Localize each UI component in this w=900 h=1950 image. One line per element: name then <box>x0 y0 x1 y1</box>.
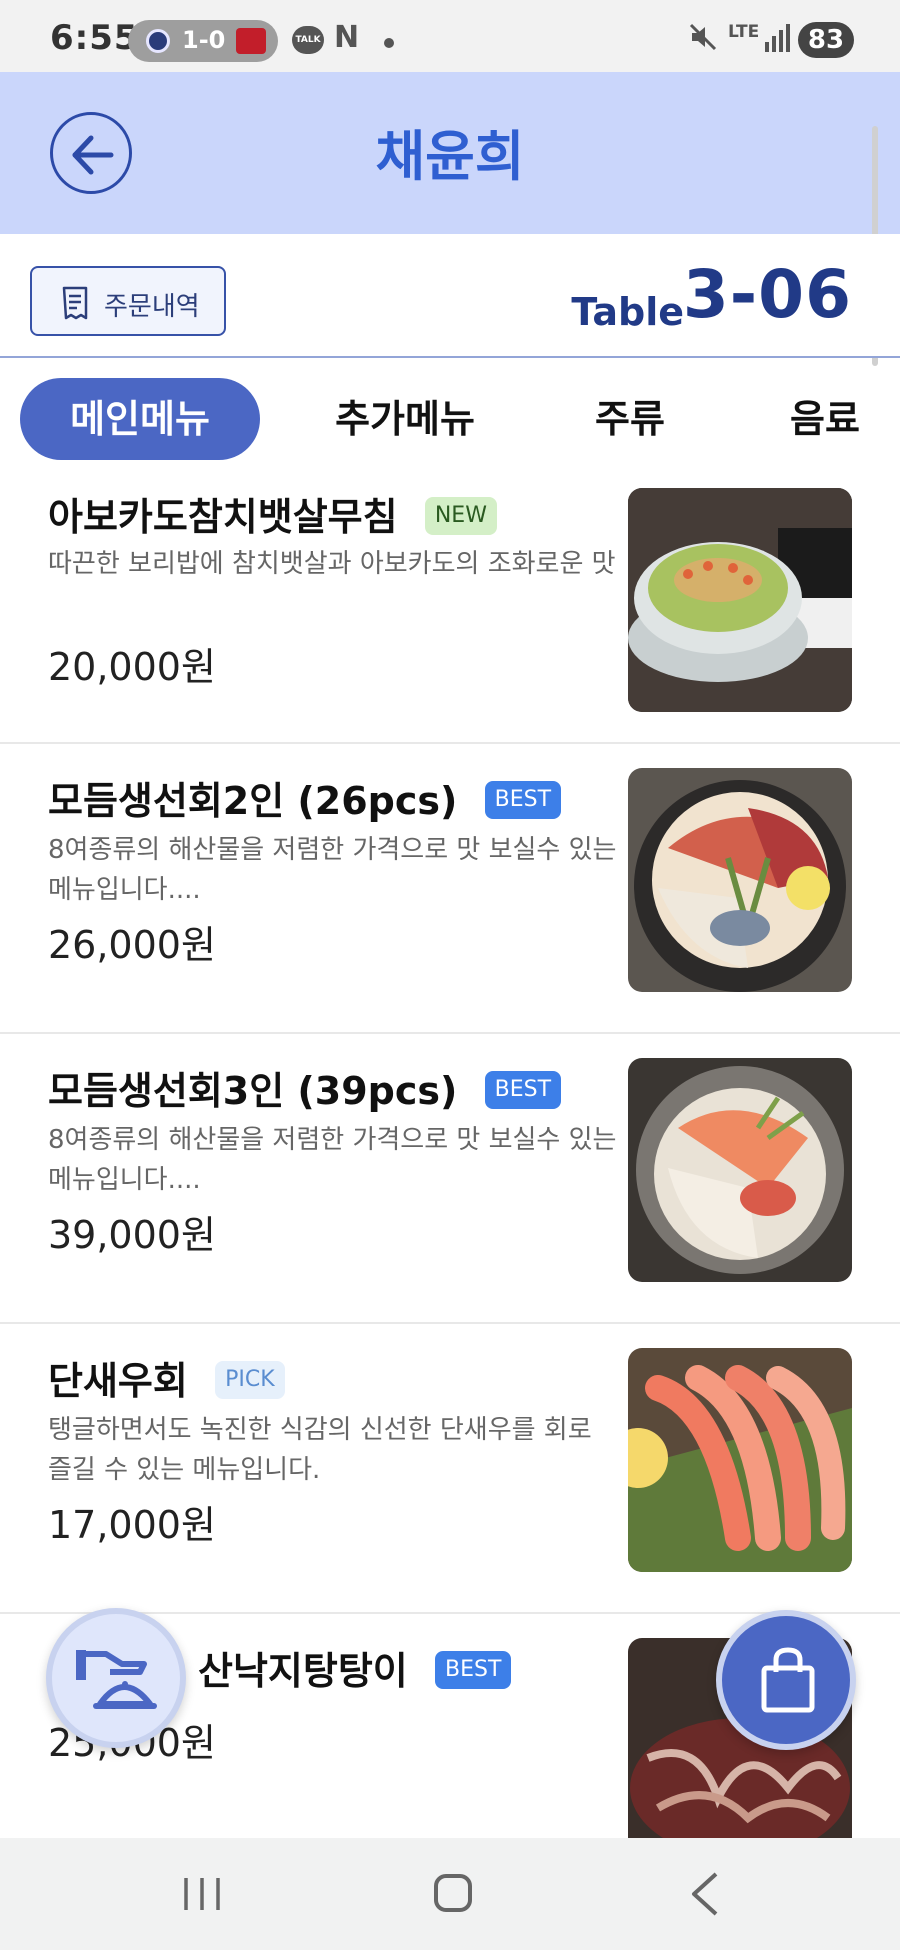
more-notifications-icon <box>384 38 394 48</box>
menu-item-badge: BEST <box>435 1650 512 1689</box>
menu-item-description: 따끈한 보리밥에 참치뱃살과 아보카도의 조화로운 맛 <box>48 549 616 579</box>
category-tabs: 메인메뉴 추가메뉴 주류 음료 <box>0 360 900 470</box>
shopping-bag-icon <box>761 1647 815 1713</box>
battery-level: 83 <box>798 22 854 58</box>
menu-item-badge: PICK <box>215 1360 285 1399</box>
menu-item-badge: BEST <box>484 780 562 819</box>
sports-score-badge: 1-0 <box>128 20 278 62</box>
receipt-icon <box>62 286 88 320</box>
call-staff-icon <box>76 1650 157 1709</box>
menu-item-name: 모듬생선회3인 (39pcs) <box>48 1069 458 1113</box>
arrow-left-icon <box>72 135 114 175</box>
menu-item-photo <box>628 768 852 992</box>
status-time: 6:55 <box>50 18 139 58</box>
menu-item-description: 8여종류의 해산물을 저렴한 가격으로 맛 보실수 있는 메뉴입니다.... <box>48 835 617 905</box>
system-back-icon[interactable] <box>690 1872 720 1916</box>
menu-item-photo <box>628 488 852 712</box>
cart-button[interactable] <box>716 1610 856 1750</box>
team-logo-icon <box>236 28 266 54</box>
menu-item-photo <box>628 1058 852 1282</box>
menu-item[interactable]: 모듬생선회2인 (26pcs) BEST 8여종류의 해산물을 저렴한 가격으로… <box>0 744 900 1034</box>
table-number: 3-06 <box>682 256 852 333</box>
team-logo-icon <box>146 29 170 53</box>
tab-drinks[interactable]: 음료 <box>775 378 875 460</box>
signal-icon <box>765 24 790 52</box>
menu-item[interactable]: 아보카도참치뱃살무침 NEW 따끈한 보리밥에 참치뱃살과 아보카도의 조화로운… <box>0 470 900 744</box>
network-type: LTE <box>728 22 760 42</box>
menu-item-badge: NEW <box>424 496 497 535</box>
menu-item[interactable]: 단새우회 PICK 탱글하면서도 녹진한 식감의 신선한 단새우를 회로 즐길 … <box>0 1324 900 1614</box>
table-info-bar: 주문내역 Table 3-06 <box>0 234 900 358</box>
tab-liquor[interactable]: 주류 <box>580 378 680 460</box>
talk-notification-icon: TALK <box>292 26 324 54</box>
menu-item-price: 39,000원 <box>48 1213 216 1257</box>
menu-item-price: 20,000원 <box>48 645 216 689</box>
menu-item[interactable]: 모듬생선회3인 (39pcs) BEST 8여종류의 해산물을 저렴한 가격으로… <box>0 1034 900 1324</box>
menu-item-description: 8여종류의 해산물을 저렴한 가격으로 맛 보실수 있는 메뉴입니다.... <box>48 1125 617 1195</box>
page-title: 채윤희 <box>375 125 525 188</box>
tab-extra-menu[interactable]: 추가메뉴 <box>320 378 490 460</box>
menu-item-price: 26,000원 <box>48 923 216 967</box>
menu-item-name: 산낙지탕탕이 <box>198 1649 408 1693</box>
menu-item-description: 탱글하면서도 녹진한 식감의 신선한 단새우를 회로 즐길 수 있는 메뉴입니다… <box>48 1415 592 1485</box>
system-nav-bar <box>0 1838 900 1950</box>
menu-item-price: 17,000원 <box>48 1503 216 1547</box>
table-label: Table <box>571 290 684 334</box>
recents-icon[interactable] <box>182 1876 222 1912</box>
back-button[interactable] <box>50 112 132 194</box>
sports-score: 1-0 <box>182 26 226 54</box>
order-history-button[interactable]: 주문내역 <box>30 266 226 336</box>
menu-item-name: 단새우회 <box>48 1359 188 1403</box>
order-history-label: 주문내역 <box>104 292 200 322</box>
menu-item-photo <box>628 1348 852 1572</box>
mute-icon <box>689 23 717 51</box>
menu-item-name: 모듬생선회2인 (26pcs) <box>48 779 458 823</box>
status-bar: 6:55 1-0 TALK N LTE 83 <box>0 0 900 72</box>
home-icon[interactable] <box>434 1874 472 1912</box>
tab-main-menu[interactable]: 메인메뉴 <box>20 378 260 460</box>
nfc-icon: N <box>334 20 360 55</box>
menu-item-badge: BEST <box>484 1070 562 1109</box>
app-header: 채윤희 <box>0 72 900 234</box>
menu-item-name: 아보카도참치뱃살무침 <box>48 495 398 539</box>
call-staff-button[interactable] <box>46 1608 186 1748</box>
